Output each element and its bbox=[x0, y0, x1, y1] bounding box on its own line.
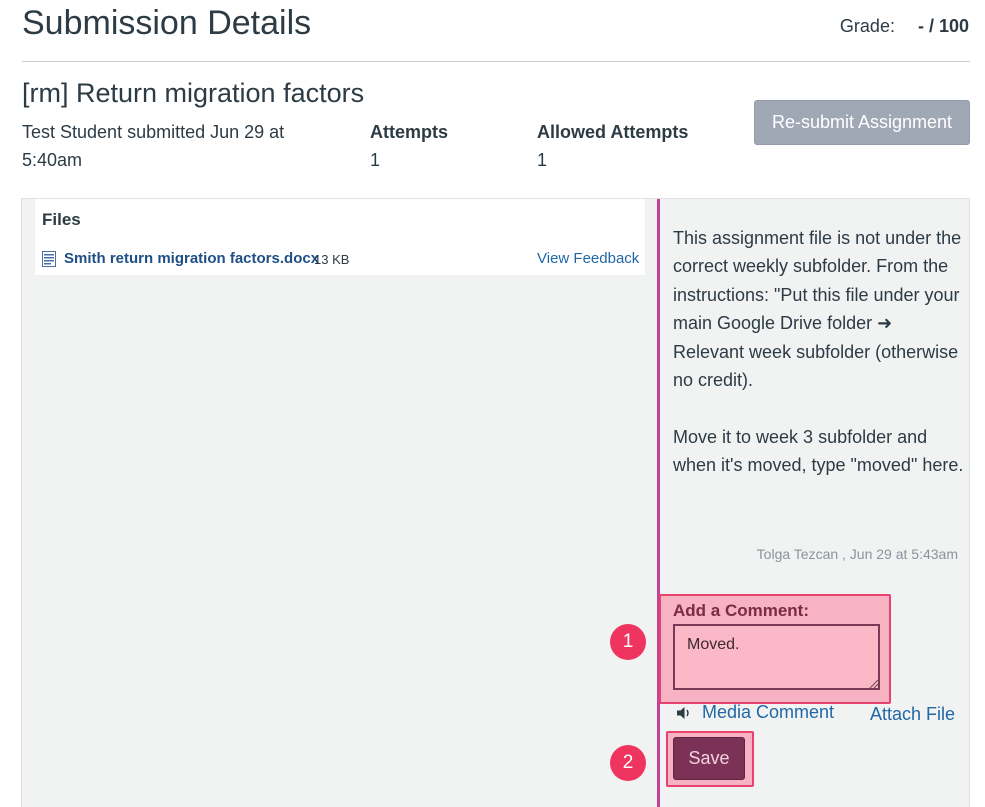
attempts-label: Attempts bbox=[370, 122, 449, 142]
step-badge-2: 2 bbox=[610, 745, 646, 781]
comment-body: This assignment file is not under the co… bbox=[673, 224, 965, 480]
grade-value: - / 100 bbox=[917, 16, 969, 36]
allowed-attempts-value: 1 bbox=[537, 150, 548, 170]
attempts-info: Attempts 1 bbox=[370, 118, 448, 174]
page-title: Submission Details bbox=[22, 4, 312, 42]
header-divider bbox=[22, 61, 970, 62]
allowed-attempts-info: Allowed Attempts 1 bbox=[537, 118, 688, 174]
file-size: 13 KB bbox=[314, 252, 350, 267]
comment-input[interactable]: Moved. bbox=[673, 624, 880, 690]
resize-grip-icon[interactable] bbox=[868, 678, 878, 688]
comment-paragraph: This assignment file is not under the co… bbox=[673, 228, 962, 391]
attach-file-link[interactable]: Attach File bbox=[870, 704, 955, 725]
save-button[interactable]: Save bbox=[673, 737, 745, 780]
speaker-icon bbox=[677, 707, 689, 719]
file-link[interactable]: Smith return migration factors.docx bbox=[64, 250, 319, 267]
step-badge-1: 1 bbox=[610, 624, 646, 660]
media-comment-link[interactable]: Media Comment bbox=[702, 702, 834, 723]
assignment-title: [rm] Return migration factors bbox=[22, 78, 365, 108]
comment-author-time: Tolga Tezcan , Jun 29 at 5:43am bbox=[756, 546, 958, 562]
document-icon bbox=[42, 251, 56, 267]
attempts-value: 1 bbox=[370, 150, 381, 170]
view-feedback-link[interactable]: View Feedback bbox=[537, 250, 639, 267]
comment-paragraph: Move it to week 3 subfolder and when it'… bbox=[673, 426, 964, 476]
grade-label: Grade: bbox=[839, 16, 895, 36]
files-heading: Files bbox=[42, 210, 81, 229]
submission-info: Test Student submitted Jun 29 at 5:40am bbox=[22, 122, 285, 170]
comments-divider bbox=[657, 199, 660, 807]
allowed-attempts-label: Allowed Attempts bbox=[537, 122, 689, 142]
resubmit-assignment-button[interactable]: Re-submit Assignment bbox=[754, 100, 970, 145]
add-comment-label: Add a Comment: bbox=[673, 601, 809, 620]
grade-display: Grade: - / 100 bbox=[840, 16, 969, 37]
